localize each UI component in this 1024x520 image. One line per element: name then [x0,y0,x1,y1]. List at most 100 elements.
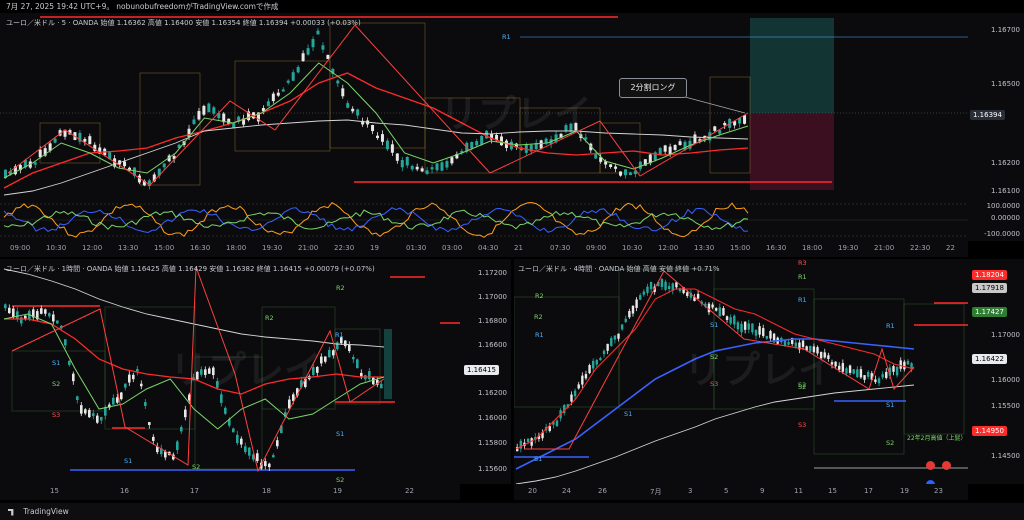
main-price-tick: 1.16200 [991,159,1020,167]
candle-body [184,409,187,418]
candle-body [863,375,866,380]
candle-body [613,335,617,340]
candle-body [599,357,602,361]
candle-body [660,279,664,287]
candle-body [164,451,167,458]
h1-level-label: S3 [52,411,61,419]
candle-body [395,153,399,161]
callout-pointer [684,96,746,114]
time-label: 12:00 [82,244,103,252]
time-label: 15 [50,487,59,495]
candle-body [84,409,87,414]
h4-chart-pane[interactable]: ユーロ／米ドル · 4時間 · OANDA 始値 高値 安値 終値 +0.71%… [514,259,968,484]
h4-level-label: S2 [710,353,719,361]
candle-body [390,144,394,153]
time-label: 12:00 [658,244,679,252]
time-label: 11 [794,487,803,495]
candle-body [192,119,196,125]
h4-price-tick: 1.16000 [991,376,1020,384]
candle-body [713,126,717,131]
candle-body [405,156,409,166]
time-label: 24 [562,487,571,495]
candle-body [610,338,613,347]
candle-body [747,323,750,330]
candle-body [856,369,859,377]
candle-body [663,145,667,152]
replay-watermark: リプレイ [440,92,593,136]
candle-body [859,369,863,378]
candle-body [440,162,444,171]
time-label: 22 [405,487,414,495]
candle-body [435,163,439,171]
h4-level-label: S3 [798,421,807,429]
candle-body [341,88,345,97]
h4-tag-gray: 1.17918 [972,283,1007,293]
candle-body [906,360,910,365]
h1-level-label: R2 [265,314,274,322]
candle-body [128,374,131,383]
h1-chart-pane[interactable]: ユーロ／米ドル · 1時間 · OANDA 始値 1.16425 高値 1.16… [0,259,460,484]
time-label: 19 [333,487,342,495]
time-label: 09:00 [586,244,607,252]
session-box [234,60,331,152]
h4-price-tick: 1.14500 [991,452,1020,460]
time-label: 22:30 [334,244,355,252]
candle-body [144,402,147,406]
h1-level-label: R1 [335,331,344,339]
time-label: 10:30 [622,244,643,252]
h4-ma-white [515,384,915,484]
candle-body [336,80,340,84]
candle-body [667,286,671,289]
oscillator-pane[interactable] [0,201,968,241]
main-price-tick: 1.16500 [991,80,1020,88]
candle-body [368,371,371,380]
time-label: 01:30 [406,244,427,252]
candle-body [202,105,206,115]
time-label: 13:30 [118,244,139,252]
candle-body [8,307,11,314]
session-box [139,72,201,186]
main-price-tick: 1.16100 [991,187,1020,195]
main-legend: ユーロ／米ドル · 5 · OANDA 始値 1.16362 高値 1.1640… [6,19,361,27]
h4-level-label: R2 [534,313,543,321]
osc-tick: 100.0000 [986,202,1020,210]
candle-body [646,286,649,293]
stop-loss-zone [750,113,834,190]
footer-brand: TradingView [23,507,69,516]
candle-body [148,422,151,425]
candle-body [410,165,414,170]
time-label: 23 [934,487,943,495]
candle-body [638,161,642,169]
osc-tick: 0.00000 [991,214,1020,222]
h4-level-label: R1 [886,322,895,330]
time-label: 21:00 [298,244,319,252]
candle-body [44,309,47,314]
h4-event-icons[interactable] [926,455,966,484]
candle-body [584,374,588,379]
candle-body [40,308,43,314]
candle-body [723,122,727,126]
flag-icon[interactable] [926,461,935,470]
h4-current-price: 1.16422 [972,354,1007,364]
h1-price-tick: 1.17200 [478,269,507,277]
tradingview-logo-icon [8,508,14,516]
candle-body [281,89,285,92]
h4-level-label: S2 [886,439,895,447]
oscillator-chart[interactable] [0,201,968,241]
h4-level-label: S1 [710,321,719,329]
candle-body [56,320,59,324]
candle-body [609,164,613,168]
h4-tag-red-top: 1.18204 [972,270,1007,280]
candle-body [570,394,573,402]
candle-body [328,350,331,358]
candle-body [539,140,543,149]
candle-body [256,453,259,461]
main-chart-pane[interactable]: ユーロ／米ドル · 5 · OANDA 始値 1.16362 高値 1.1640… [0,13,968,201]
time-label: 10:30 [46,244,67,252]
candle-body [321,45,325,50]
h1-level-label: S2 [336,476,345,484]
candle-body [751,323,754,333]
h1-level-label: S1 [336,430,345,438]
time-label: 07:30 [550,244,571,252]
candle-body [33,162,37,165]
